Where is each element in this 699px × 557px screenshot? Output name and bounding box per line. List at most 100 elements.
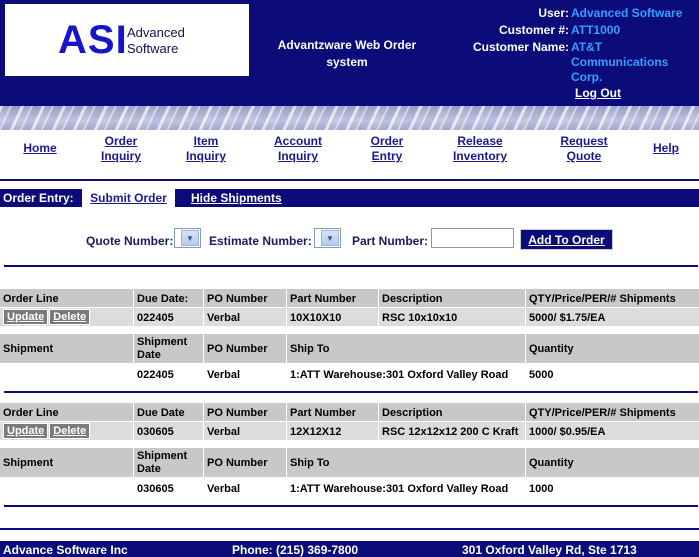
customer-number-label: Customer #: [498, 23, 569, 37]
decorative-banner-strip [0, 106, 699, 130]
customer-name-line3: Corp. [571, 70, 603, 84]
footer-phone: Phone: (215) 369-7800 [232, 543, 359, 557]
po-number-value: Verbal [204, 308, 286, 326]
nav-release-inventory-line2: Inventory [452, 149, 507, 163]
col-shipment-po: PO Number [204, 448, 286, 477]
qty-price-value: 5000/ $1.75/EA [526, 308, 699, 326]
shipment-po-value: Verbal [207, 369, 241, 381]
app-title-line1: Advantzware Web Order [277, 38, 417, 52]
logo-sub-line2: Software [127, 41, 179, 56]
shipment-quantity-value: 5000 [529, 369, 554, 381]
customer-number-value: ATT1000 [571, 23, 621, 37]
logout-link[interactable]: Log Out [575, 86, 621, 100]
hide-shipments-link[interactable]: Hide Shipments [191, 191, 282, 205]
nav-release-inventory[interactable]: Release Inventory [449, 134, 511, 164]
shipment-po-value: Verbal [207, 483, 241, 495]
col-ship-to: Ship To [287, 448, 525, 477]
estimate-number-label: Estimate Number: [209, 234, 312, 248]
col-shipment-date-line2: Date [137, 463, 161, 475]
logo-sub-line1: Advanced [127, 25, 185, 40]
quote-number-label: Quote Number: [86, 234, 174, 248]
nav-account-inquiry-line1: Account [274, 134, 322, 148]
nav-account-inquiry[interactable]: Account Inquiry [269, 134, 327, 164]
chevron-down-icon: ▼ [321, 230, 339, 246]
col-shipment: Shipment [0, 448, 133, 477]
update-button[interactable]: Update [3, 423, 49, 439]
col-quantity: Quantity [526, 334, 699, 363]
nav-order-entry-line2: Entry [371, 149, 403, 163]
search-divider [4, 265, 698, 267]
shipment-quantity-value: 1000 [529, 483, 554, 495]
shipment-date-value: 030605 [137, 483, 174, 495]
order-entry-bar: Order Entry: Submit Order Hide Shipments [0, 189, 699, 207]
due-date-value: 022405 [134, 308, 203, 326]
chevron-down-icon: ▼ [181, 230, 199, 246]
app-title-line2: system [326, 55, 368, 69]
col-shipment-date-line2: Date [137, 349, 161, 361]
nav-order-inquiry-line2: Inquiry [100, 149, 141, 163]
qty-price-value: 1000/ $0.95/EA [526, 422, 699, 440]
delete-button[interactable]: Delete [49, 309, 91, 325]
delete-button[interactable]: Delete [49, 423, 91, 439]
customer-name-label: Customer Name: [472, 40, 569, 54]
add-to-order-button[interactable]: Add To Order [520, 229, 613, 250]
row-actions: Update Delete [0, 422, 133, 440]
col-due-date: Due Date [134, 403, 203, 421]
logo-asi-text: ASI [58, 18, 128, 62]
col-shipment-po: PO Number [204, 334, 286, 363]
order-entry-label: Order Entry: [3, 191, 74, 205]
col-shipment-date: Shipment Date [134, 448, 203, 477]
footer-company: Advance Software Inc [3, 543, 128, 557]
nav-item-inquiry-line2: Inquiry [185, 149, 226, 163]
quote-number-select[interactable]: ▼ [174, 228, 201, 248]
description-value: RSC 12x12x12 200 C Kraft [379, 422, 525, 440]
nav-order-entry[interactable]: Order Entry [365, 134, 409, 164]
page-footer: Advance Software Inc Phone: (215) 369-78… [0, 541, 699, 557]
col-order-line: Order Line [0, 403, 133, 421]
col-order-line: Order Line [0, 289, 133, 307]
footer-address: 301 Oxford Valley Rd, Ste 1713 [462, 543, 637, 557]
update-button[interactable]: Update [3, 309, 49, 325]
submit-order-button[interactable]: Submit Order [82, 189, 175, 207]
shipment-date-value: 022405 [137, 369, 174, 381]
user-label: User: [538, 6, 569, 20]
nav-order-inquiry-line1: Order [104, 134, 138, 148]
order-separator [4, 391, 698, 393]
nav-item-inquiry[interactable]: Item Inquiry [182, 134, 230, 164]
po-number-value: Verbal [204, 422, 286, 440]
company-logo: ASI Advanced Software [5, 4, 249, 76]
app-title: Advantzware Web Order system [256, 37, 438, 71]
order-separator [4, 505, 698, 507]
nav-help[interactable]: Help [650, 141, 682, 156]
description-value: RSC 10x10x10 [379, 308, 525, 326]
nav-home[interactable]: Home [22, 141, 58, 156]
col-due-date: Due Date: [134, 289, 203, 307]
nav-account-inquiry-line2: Inquiry [277, 149, 318, 163]
col-shipment-date-line1: Shipment [137, 336, 188, 348]
part-number-label: Part Number: [352, 234, 429, 248]
part-number-value: 12X12X12 [287, 422, 378, 440]
col-ship-to: Ship To [287, 334, 525, 363]
col-description: Description [379, 289, 525, 307]
col-po-number: PO Number [204, 403, 286, 421]
customer-name-line2: Communications [571, 55, 669, 69]
customer-name-value: AT&T Communications Corp. [571, 40, 668, 85]
nav-divider [0, 179, 699, 181]
due-date-value: 030605 [134, 422, 203, 440]
nav-order-inquiry[interactable]: Order Inquiry [96, 134, 146, 164]
col-shipment-date: Shipment Date [134, 334, 203, 363]
customer-name-line1: AT&T [571, 40, 603, 54]
col-qty-price: QTY/Price/PER/# Shipments [526, 403, 699, 421]
col-quantity: Quantity [526, 448, 699, 477]
footer-divider [0, 528, 699, 530]
col-description: Description [379, 403, 525, 421]
part-number-input[interactable] [431, 228, 514, 248]
col-qty-price: QTY/Price/PER/# Shipments [526, 289, 699, 307]
main-navigation: Home Order Inquiry Item Inquiry Account … [0, 130, 699, 172]
col-shipment: Shipment [0, 334, 133, 363]
nav-item-inquiry-line1: Item [193, 134, 219, 148]
col-part-number: Part Number [287, 289, 378, 307]
nav-request-quote[interactable]: Request Quote [556, 134, 612, 164]
logo-subtitle: Advanced Software [127, 25, 185, 57]
estimate-number-select[interactable]: ▼ [314, 228, 341, 248]
